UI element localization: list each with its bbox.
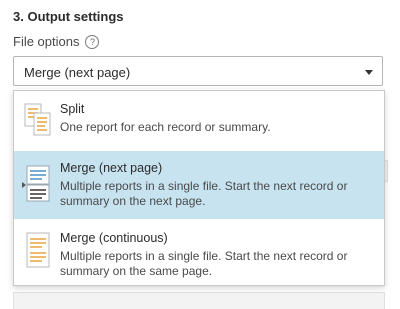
option-merge-next-page[interactable]: Merge (next page) Multiple reports in a …: [14, 151, 384, 219]
file-options-label: File options: [13, 34, 80, 49]
option-description: Multiple reports in a single file. Start…: [60, 249, 348, 278]
option-split[interactable]: Split One report for each record or summ…: [14, 91, 384, 149]
split-document-icon: [24, 103, 51, 136]
merge-next-page-icon: [26, 165, 50, 202]
merge-continuous-icon: [26, 232, 50, 268]
chevron-down-icon[interactable]: [365, 70, 373, 75]
background-field: [13, 292, 385, 309]
option-title: Merge (next page): [60, 161, 163, 175]
option-description: One report for each record or summary.: [60, 120, 271, 134]
option-title: Merge (continuous): [60, 231, 168, 245]
option-description: Multiple reports in a single file. Start…: [60, 179, 348, 208]
file-options-selected-value: Merge (next page): [24, 65, 131, 80]
option-title: Split: [60, 102, 85, 116]
file-options-label-row: File options ?: [13, 34, 100, 49]
file-options-select[interactable]: Merge (next page): [13, 56, 383, 86]
section-title: 3. Output settings: [13, 9, 124, 24]
option-merge-continuous[interactable]: Merge (continuous) Multiple reports in a…: [14, 221, 384, 285]
help-icon[interactable]: ?: [85, 34, 100, 49]
file-options-dropdown: Split One report for each record or summ…: [13, 90, 385, 286]
